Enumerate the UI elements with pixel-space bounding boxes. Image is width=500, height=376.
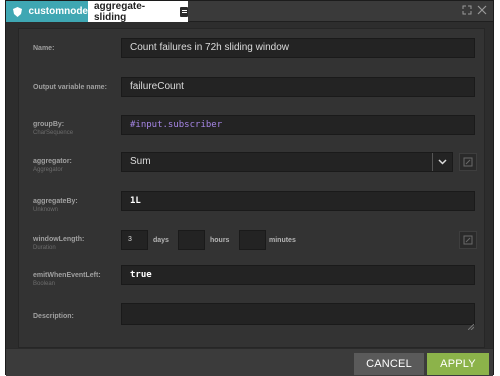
- hours-unit-label: hours: [210, 237, 230, 244]
- resize-handle-icon[interactable]: [467, 317, 475, 331]
- aggregate-by-label: aggregateBy:: [33, 198, 78, 205]
- group-by-expression-field[interactable]: #input.subscriber: [121, 115, 475, 135]
- window-length-label: windowLength:: [33, 236, 85, 243]
- cancel-button[interactable]: CANCEL: [354, 353, 424, 375]
- aggregator-type: Aggregator: [33, 167, 63, 173]
- aggregator-select[interactable]: Sum: [121, 152, 453, 172]
- description-label: Description:: [33, 313, 74, 320]
- name-field[interactable]: Count failures in 72h sliding window: [121, 38, 475, 58]
- hours-input[interactable]: [178, 230, 205, 250]
- tab-node-type[interactable]: customnode: [6, 1, 88, 22]
- dialog-footer: CANCEL APPLY: [6, 348, 493, 376]
- emit-when-event-left-label: emitWhenEventLeft:: [33, 272, 101, 279]
- group-by-label: groupBy:: [33, 121, 65, 128]
- node-properties-form: Name: Count failures in 72h sliding wind…: [18, 28, 485, 348]
- chevron-down-icon[interactable]: [432, 153, 452, 171]
- apply-button[interactable]: APPLY: [427, 353, 489, 375]
- minutes-unit-label: minutes: [269, 237, 296, 244]
- name-label: Name:: [33, 45, 55, 52]
- switch-to-expression-icon[interactable]: [459, 153, 477, 171]
- aggregate-by-type: Unknown: [33, 207, 59, 213]
- emit-when-event-left-type: Boolean: [33, 281, 56, 287]
- days-unit-label: days: [153, 237, 169, 244]
- switch-to-expression-icon[interactable]: [459, 231, 477, 249]
- minutes-input[interactable]: [239, 230, 266, 250]
- expand-icon[interactable]: [461, 4, 473, 18]
- node-editor-window: customnode aggregate-sliding Name: Count…: [5, 0, 494, 376]
- tab-node-name[interactable]: aggregate-sliding: [88, 0, 188, 23]
- window-header: customnode aggregate-sliding: [6, 0, 493, 23]
- window-length-type: Duration: [33, 245, 56, 251]
- aggregator-label: aggregator:: [33, 158, 72, 165]
- output-variable-label: Output variable name:: [33, 84, 107, 91]
- days-input[interactable]: 3: [121, 230, 148, 250]
- close-icon[interactable]: [476, 4, 488, 18]
- shield-icon: [13, 6, 23, 17]
- tab-node-name-label: aggregate-sliding: [94, 0, 146, 23]
- aggregate-by-expression-field[interactable]: 1L: [121, 191, 475, 211]
- group-by-type: CharSequence: [33, 130, 74, 136]
- aggregator-selected-value: Sum: [130, 156, 151, 167]
- description-textarea[interactable]: [121, 303, 475, 325]
- output-variable-field[interactable]: failureCount: [121, 77, 475, 97]
- emit-when-event-left-field[interactable]: true: [121, 265, 475, 285]
- tab-node-type-label: customnode: [28, 6, 88, 17]
- document-icon[interactable]: [179, 6, 188, 17]
